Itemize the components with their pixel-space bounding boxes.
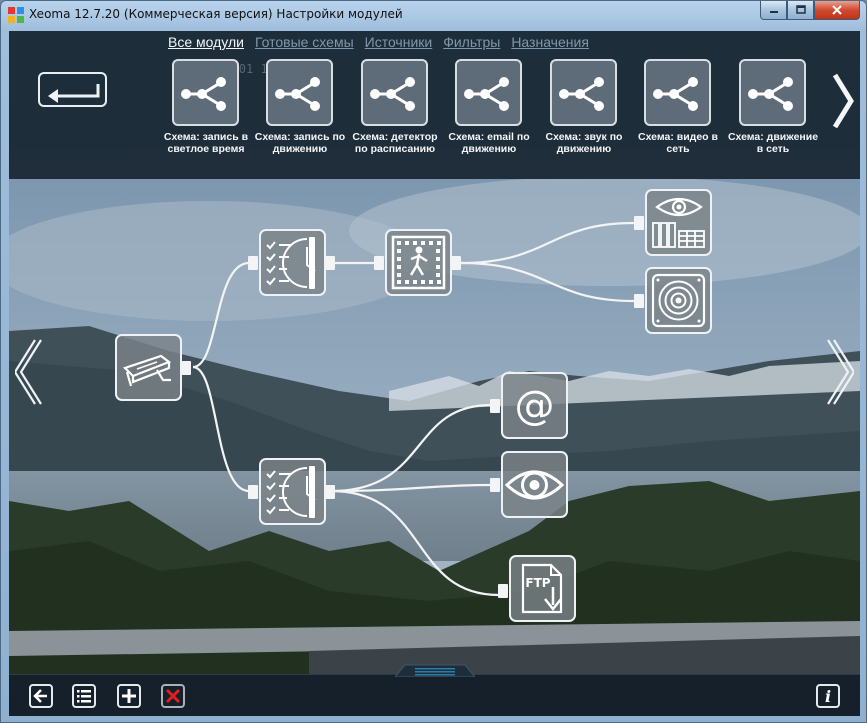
camera-icon [122,354,172,387]
email-at-symbol: @ [515,383,555,429]
add-icon [122,689,136,703]
scheme-tile[interactable] [739,59,806,126]
scheme-graph-icon [370,77,415,111]
window-title: Xeoma 12.7.20 (Коммерческая версия) Наст… [29,7,403,21]
scheme-tile[interactable] [172,59,239,126]
input-port[interactable] [498,584,508,598]
back-button[interactable] [38,72,107,107]
scheme-graph-icon [559,77,604,111]
return-arrow-icon [48,84,100,103]
module-camera[interactable] [115,334,191,401]
back-arrow-icon [33,689,47,703]
eye-icon [504,470,565,500]
scheme-graph-icon [653,77,698,111]
ftp-upload-icon: FTP [521,563,563,614]
scheme-label: Схема: email по движению [448,131,530,155]
motion-detector-icon [391,235,446,290]
chain-next-button[interactable] [824,337,854,407]
minimize-icon [769,11,778,13]
input-port[interactable] [248,485,258,499]
info-icon: i [825,687,831,706]
add-module-button[interactable] [117,684,141,708]
drag-handle-icon [395,664,475,677]
scheme-label: Схема: запись в светлое время [163,131,249,155]
input-port[interactable] [490,478,500,492]
app-window: Xeoma 12.7.20 (Коммерческая версия) Наст… [0,0,867,723]
speaker-icon [651,273,706,328]
maximize-icon [795,5,806,14]
scheme-graph-icon [181,77,226,111]
minimize-button[interactable] [760,1,787,20]
module-sound-alarm[interactable] [634,267,712,334]
tab-sources[interactable]: Источники [365,34,433,50]
bottom-toolbar: i [9,664,860,716]
module-category-tabs: Все модули Готовые схемы Источники Фильт… [168,34,589,50]
scheme-tile[interactable] [266,59,333,126]
delete-icon [165,688,181,704]
email-at-icon: @ [515,383,555,429]
scheme-label: Схема: движение в сеть [727,131,819,155]
scheme-graph-icon [748,77,793,111]
maximize-button[interactable] [787,1,814,20]
tab-all-modules[interactable]: Все модули [168,34,244,50]
scheme-tile[interactable] [550,59,617,126]
module-scheduler-top[interactable] [248,229,335,296]
input-port[interactable] [248,256,258,270]
close-window-button[interactable] [814,1,860,20]
module-ftp-upload[interactable]: FTP [498,555,576,622]
tab-filters[interactable]: Фильтры [443,34,500,50]
scheme-tile[interactable] [455,59,522,126]
scheduler-icon [266,237,316,289]
scheme-graph-icon [464,77,509,111]
output-port[interactable] [181,361,191,375]
chevron-right-icon [832,73,854,129]
schemes-next-button[interactable] [827,71,857,131]
scheduler-icon [266,466,316,518]
scheme-label: Схема: звук по движению [545,131,623,155]
module-preview-archive[interactable] [634,189,712,256]
tab-ready-schemes[interactable]: Готовые схемы [255,34,354,50]
list-icon [77,690,91,703]
module-preview[interactable] [490,451,568,518]
close-icon [832,5,842,15]
input-port[interactable] [374,256,384,270]
top-panel: Все модули Готовые схемы Источники Фильт… [9,31,860,179]
xeoma-app-icon [8,7,24,23]
chain-prev-button[interactable] [15,337,45,407]
output-port[interactable] [451,256,461,270]
scheme-tile[interactable] [361,59,428,126]
scheme-tile[interactable] [644,59,711,126]
tab-destinations[interactable]: Назначения [511,34,589,50]
input-port[interactable] [634,294,644,308]
delete-module-button[interactable] [161,684,185,708]
preview-archive-icon [652,197,705,248]
module-motion-detector[interactable] [374,229,461,296]
module-settings-area: Все модули Готовые схемы Источники Фильт… [9,31,860,716]
title-bar[interactable]: Xeoma 12.7.20 (Коммерческая версия) Наст… [1,1,866,29]
input-port[interactable] [490,399,500,413]
chevron-left-icon [15,339,42,405]
input-port[interactable] [634,216,644,230]
module-list-button[interactable] [72,684,96,708]
info-letter: i [825,687,831,706]
module-scheduler-bottom[interactable] [248,458,335,525]
scheme-list: Схема: запись в светлое время Схема: зап… [160,56,825,176]
exit-button[interactable] [29,684,53,708]
scheme-label: Схема: запись по движению [254,131,346,155]
module-chain-workspace: @ FTP [9,179,860,674]
info-button[interactable]: i [816,684,840,708]
scheme-graph-icon [275,77,320,111]
module-email[interactable]: @ [490,372,568,439]
scheme-label: Схема: детектор по расписанию [352,131,438,155]
output-port[interactable] [325,485,335,499]
scheme-label: Схема: видео в сеть [638,131,718,155]
output-port[interactable] [325,256,335,270]
panel-handle[interactable] [395,663,475,677]
ftp-text: FTP [525,576,550,590]
chevron-right-icon [827,339,854,405]
